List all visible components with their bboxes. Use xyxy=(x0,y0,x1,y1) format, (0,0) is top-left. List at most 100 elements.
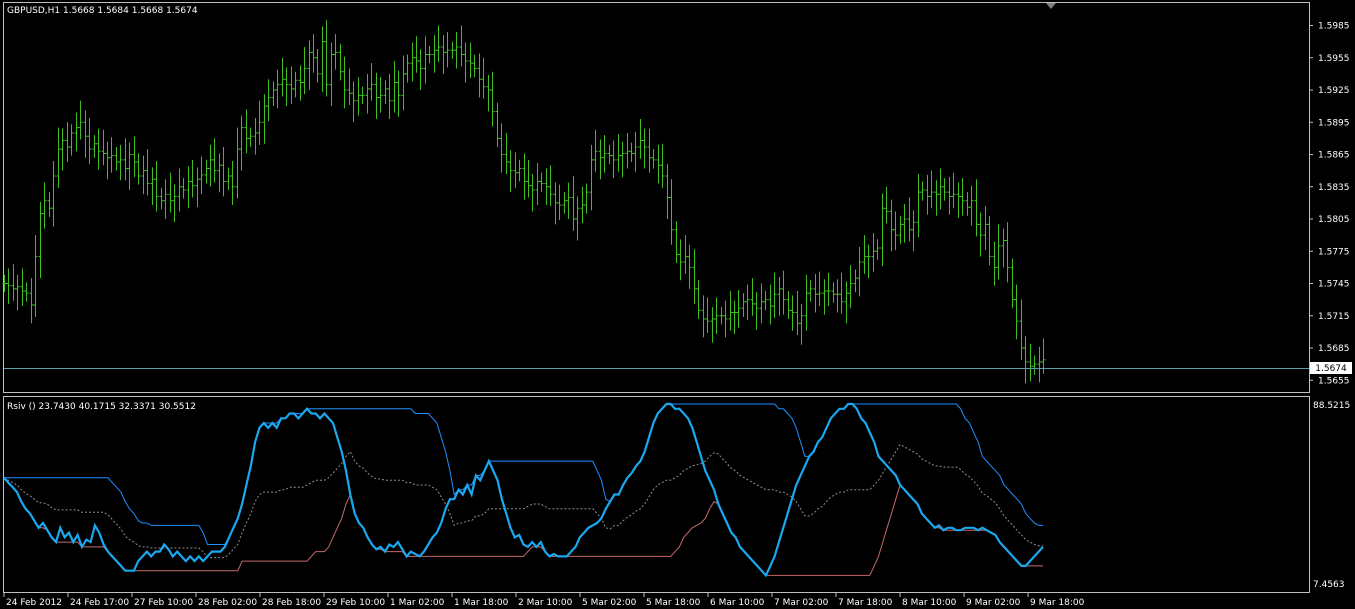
price-bar xyxy=(369,63,374,101)
price-bar xyxy=(490,71,495,127)
price-bar xyxy=(620,141,625,178)
price-bar xyxy=(132,136,137,178)
price-bar xyxy=(593,129,598,172)
price-bar xyxy=(181,178,186,199)
price-bar xyxy=(414,36,419,73)
price-bar xyxy=(750,278,755,316)
price-bar xyxy=(257,100,262,145)
price-bar xyxy=(880,193,885,267)
price-bar xyxy=(580,186,585,224)
price-bar xyxy=(660,143,665,188)
price-bar xyxy=(347,68,352,106)
price-bar xyxy=(799,303,804,345)
price-bar xyxy=(212,138,217,183)
price-bar xyxy=(575,196,580,241)
price-bar xyxy=(504,133,509,174)
chart-root: 1.5985 1.5955 1.5925 1.5895 1.5865 1.5835 1.58… xyxy=(2,2,1352,608)
price-bar xyxy=(786,291,791,319)
price-bar xyxy=(230,160,235,206)
price-bar xyxy=(978,212,983,257)
price-bar xyxy=(710,307,715,343)
price-tick-label: 1.5775 xyxy=(1318,247,1350,257)
price-bar xyxy=(163,179,168,219)
price-bar xyxy=(20,268,25,307)
time-label: 5 Mar 02:00 xyxy=(582,598,637,608)
price-bar xyxy=(920,181,925,201)
price-bar xyxy=(557,184,562,221)
price-bar xyxy=(468,42,473,79)
price-bar xyxy=(813,273,818,313)
price-bar xyxy=(741,293,746,317)
price-bar xyxy=(625,133,630,169)
indicator-pane-frame xyxy=(3,396,1310,593)
price-bar xyxy=(109,137,114,173)
price-bar xyxy=(907,197,912,242)
price-bar xyxy=(848,265,853,309)
time-label: 29 Feb 10:00 xyxy=(326,598,385,608)
price-bar xyxy=(719,307,724,325)
price-bar xyxy=(522,153,527,200)
price-bar xyxy=(857,246,862,297)
price-bar xyxy=(656,144,661,184)
price-bar xyxy=(539,172,544,193)
price-bar xyxy=(911,210,916,252)
time-label: 9 Mar 02:00 xyxy=(966,598,1021,608)
price-bar xyxy=(777,277,782,316)
price-bar xyxy=(759,283,764,324)
price-bar xyxy=(445,31,450,68)
price-bar xyxy=(987,215,992,266)
price-bar xyxy=(745,284,750,321)
price-bar xyxy=(123,138,128,181)
price-bar xyxy=(898,215,903,244)
time-axis: 24 Feb 2012 24 Feb 17:00 27 Feb 10:00 28 Fe… xyxy=(3,593,1085,608)
price-bar xyxy=(226,167,231,190)
time-label: 7 Mar 18:00 xyxy=(838,598,893,608)
price-bar xyxy=(47,192,52,217)
price-bar xyxy=(871,232,876,272)
price-bar xyxy=(947,177,952,215)
price-bar xyxy=(24,282,29,302)
price-bar xyxy=(293,71,298,98)
price-bar xyxy=(463,42,468,83)
price-tick-label: 1.5655 xyxy=(1318,376,1350,386)
price-bar xyxy=(629,142,634,163)
price-bar xyxy=(15,274,20,311)
time-label: 24 Feb 17:00 xyxy=(70,598,129,608)
price-bar xyxy=(642,128,647,169)
price-bar xyxy=(262,94,267,144)
price-bar xyxy=(616,134,621,172)
price-bar xyxy=(78,100,83,140)
price-bar xyxy=(996,224,1001,280)
chart-shift-marker-icon[interactable] xyxy=(1046,3,1056,9)
price-bar xyxy=(360,86,365,104)
price-bar xyxy=(145,149,150,196)
price-tick-label: 1.5865 xyxy=(1318,151,1350,161)
price-bar xyxy=(817,271,822,307)
price-bar xyxy=(253,117,258,155)
price-bar xyxy=(38,201,43,279)
price-tick-label: 1.5805 xyxy=(1318,215,1350,225)
time-label: 28 Feb 18:00 xyxy=(262,598,321,608)
price-bar xyxy=(1032,355,1037,375)
price-bar xyxy=(204,159,209,184)
price-bar xyxy=(553,182,558,225)
price-bar xyxy=(974,179,979,237)
price-bar xyxy=(338,43,343,81)
chart-header: GBPUSD,H1 1.5668 1.5684 1.5668 1.5674 xyxy=(7,6,198,16)
price-bar xyxy=(141,155,146,195)
price-bar xyxy=(589,144,594,211)
price-bar xyxy=(884,186,889,224)
price-tick-label: 1.5895 xyxy=(1318,118,1350,128)
price-bar xyxy=(195,167,200,208)
price-bar xyxy=(925,174,930,215)
price-bar xyxy=(280,57,285,97)
price-bar xyxy=(114,146,119,171)
price-bar xyxy=(401,55,406,111)
price-tick-label: 1.5985 xyxy=(1318,22,1350,32)
price-bar xyxy=(754,292,759,330)
price-bar xyxy=(244,109,249,154)
price-bar xyxy=(701,295,706,338)
price-bar xyxy=(271,81,276,107)
price-bar xyxy=(853,269,858,293)
price-bar xyxy=(42,182,47,229)
